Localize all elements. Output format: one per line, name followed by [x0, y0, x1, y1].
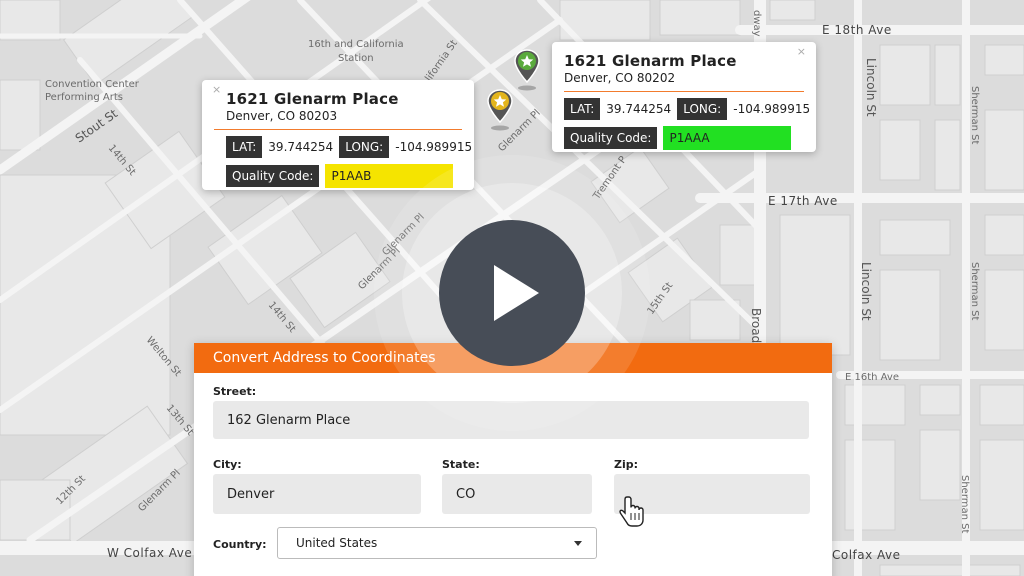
- quality-value: P1AAA: [663, 126, 792, 150]
- street-label-colfax-left: W Colfax Ave: [107, 546, 192, 560]
- location-popup-right: × 1621 Glenarm Place Denver, CO 80202 LA…: [552, 42, 816, 152]
- street-label-broadway-top: dway: [751, 10, 762, 37]
- city-label: City:: [213, 458, 242, 471]
- long-value: -104.989915: [395, 140, 473, 154]
- lat-value: 39.744254: [606, 102, 672, 116]
- popup-title: 1621 Glenarm Place: [564, 52, 737, 70]
- quality-row: Quality Code: P1AAB: [214, 164, 462, 188]
- country-label: Country:: [213, 538, 267, 551]
- station-label-line2: Station: [338, 53, 374, 64]
- street-label-sherman-bot: Sherman St: [959, 475, 970, 534]
- lat-tag: LAT:: [226, 136, 263, 158]
- quality-tag: Quality Code:: [226, 165, 320, 187]
- play-icon: [494, 265, 539, 321]
- street-label-sherman-top: Sherman St: [969, 86, 980, 145]
- long-tag: LONG:: [677, 98, 728, 120]
- popup-title: 1621 Glenarm Place: [226, 90, 399, 108]
- street-label-e16th: E 16th Ave: [845, 372, 899, 383]
- quality-value: P1AAB: [325, 164, 454, 188]
- street-label-broadway-mid: Broad: [749, 308, 763, 343]
- chevron-down-icon[interactable]: [574, 541, 582, 546]
- street-label-sherman-mid: Sherman St: [969, 262, 980, 321]
- long-value: -104.989915: [733, 102, 811, 116]
- location-popup-left: × 1621 Glenarm Place Denver, CO 80203 LA…: [202, 80, 474, 190]
- long-tag: LONG:: [339, 136, 390, 158]
- lat-tag: LAT:: [564, 98, 601, 120]
- station-label-line1: 16th and California: [308, 39, 404, 50]
- play-overlay: [402, 183, 622, 403]
- state-label: State:: [442, 458, 480, 471]
- street-label-lincoln-top: Lincoln St: [864, 58, 878, 117]
- lat-value: 39.744254: [268, 140, 334, 154]
- country-select-value: United States: [296, 536, 378, 550]
- hand-pointer-icon: [619, 496, 644, 527]
- convention-label-line2: Performing Arts: [45, 92, 123, 103]
- street-label-e18th: E 18th Ave: [822, 23, 892, 37]
- state-input[interactable]: CO: [442, 474, 592, 514]
- quality-tag: Quality Code:: [564, 127, 658, 149]
- country-select[interactable]: United States: [277, 527, 597, 559]
- close-icon[interactable]: ×: [797, 45, 806, 58]
- coordinates-row: LAT: 39.744254 LONG: -104.989915: [564, 98, 810, 120]
- play-button[interactable]: [439, 220, 585, 366]
- map-pin-green[interactable]: [513, 48, 541, 92]
- street-label: Street:: [213, 385, 257, 398]
- map-pin-yellow[interactable]: [486, 88, 514, 132]
- city-input[interactable]: Denver: [213, 474, 421, 514]
- street-label-colfax-right: Colfax Ave: [832, 548, 901, 562]
- street-label-lincoln-mid: Lincoln St: [859, 262, 873, 321]
- quality-row: Quality Code: P1AAA: [564, 126, 804, 150]
- street-input[interactable]: 162 Glenarm Place: [213, 401, 809, 439]
- close-icon[interactable]: ×: [212, 83, 221, 96]
- popup-subtitle: Denver, CO 80202: [564, 71, 804, 92]
- video-thumbnail[interactable]: 16th and California Station Convention C…: [0, 0, 1024, 576]
- street-label-e17th: E 17th Ave: [768, 194, 838, 208]
- zip-label: Zip:: [614, 458, 639, 471]
- coordinates-row: LAT: 39.744254 LONG: -104.989915: [214, 136, 472, 158]
- convention-label-line1: Convention Center: [45, 79, 140, 90]
- popup-subtitle: Denver, CO 80203: [214, 109, 462, 130]
